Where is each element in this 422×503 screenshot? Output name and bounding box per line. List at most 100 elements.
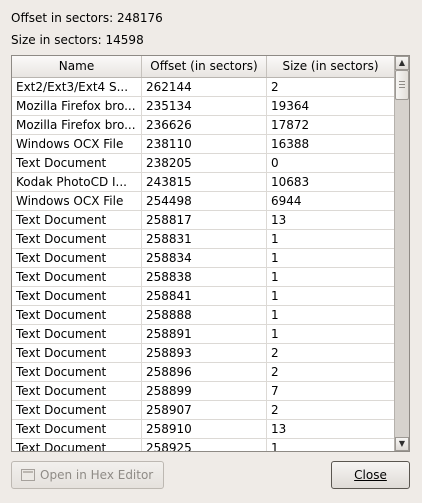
cell-size: 1 (271, 308, 279, 322)
grip-line (399, 84, 405, 85)
cell-name: Windows OCX File (12, 192, 142, 210)
cell-size: 2 (271, 365, 279, 379)
open-in-hex-editor-label: Open in Hex Editor (40, 468, 154, 482)
cell-name: Windows OCX File (12, 135, 142, 153)
cell-size: 2 (271, 403, 279, 417)
table-row[interactable]: Text Document 258838 1 (12, 268, 394, 287)
table-row[interactable]: Text Document 258888 1 (12, 306, 394, 325)
table-row[interactable]: Text Document 258899 7 (12, 382, 394, 401)
cell-offset: 235134 (142, 97, 267, 115)
cell-name: Text Document (12, 211, 142, 229)
cell-name: Text Document (12, 268, 142, 286)
cell-offset: 254498 (142, 192, 267, 210)
cell-name: Ext2/Ext3/Ext4 S... (12, 78, 142, 96)
cell-name: Text Document (12, 363, 142, 381)
cell-name: Text Document (12, 154, 142, 172)
cell-name: Text Document (12, 230, 142, 248)
cell-name: Text Document (12, 401, 142, 419)
cell-name: Text Document (12, 420, 142, 438)
table-row[interactable]: Text Document 258896 2 (12, 363, 394, 382)
grip-line (399, 81, 405, 82)
cell-offset: 238205 (142, 154, 267, 172)
cell-size: 10683 (271, 175, 310, 189)
vertical-scrollbar[interactable]: ▲ ▼ (394, 56, 409, 451)
cell-offset: 238110 (142, 135, 267, 153)
table-row[interactable]: Text Document 258893 2 (12, 344, 394, 363)
table-body: Ext2/Ext3/Ext4 S... 262144 2 Mozilla Firefo… (12, 78, 394, 451)
cell-size: 1 (271, 441, 279, 451)
close-button-label: Close (354, 468, 387, 482)
cell-offset: 258841 (142, 287, 267, 305)
cell-offset: 258893 (142, 344, 267, 362)
grip-line (399, 87, 405, 88)
cell-size: 7 (271, 384, 279, 398)
cell-offset: 258888 (142, 306, 267, 324)
table-row[interactable]: Text Document 258925 1 (12, 439, 394, 451)
cell-size: 1 (271, 270, 279, 284)
cell-offset: 258891 (142, 325, 267, 343)
cell-offset: 262144 (142, 78, 267, 96)
cell-name: Text Document (12, 382, 142, 400)
cell-offset: 258896 (142, 363, 267, 381)
cell-name: Text Document (12, 249, 142, 267)
hex-editor-icon (21, 469, 35, 481)
cell-size: 6944 (271, 194, 302, 208)
cell-name: Text Document (12, 287, 142, 305)
file-table: Name Offset (in sectors) Size (in sector… (11, 55, 410, 452)
offset-info: Offset in sectors: 248176 (11, 11, 163, 25)
cell-size: 2 (271, 346, 279, 360)
cell-offset: 243815 (142, 173, 267, 191)
table-row[interactable]: Kodak PhotoCD I... 243815 10683 (12, 173, 394, 192)
cell-name: Text Document (12, 306, 142, 324)
cell-size: 19364 (271, 99, 310, 113)
cell-size: 16388 (271, 137, 310, 151)
column-header-size[interactable]: Size (in sectors) (267, 56, 394, 77)
table-header: Name Offset (in sectors) Size (in sector… (12, 56, 394, 78)
arrow-down-icon[interactable]: ▼ (395, 437, 409, 451)
table-row[interactable]: Ext2/Ext3/Ext4 S... 262144 2 (12, 78, 394, 97)
cell-size: 0 (271, 156, 279, 170)
cell-name: Text Document (12, 344, 142, 362)
table-row[interactable]: Text Document 258841 1 (12, 287, 394, 306)
table-row[interactable]: Text Document 258817 13 (12, 211, 394, 230)
table-row[interactable]: Text Document 258891 1 (12, 325, 394, 344)
table-row[interactable]: Windows OCX File 238110 16388 (12, 135, 394, 154)
cell-name: Text Document (12, 325, 142, 343)
cell-offset: 236626 (142, 116, 267, 134)
cell-size: 17872 (271, 118, 310, 132)
cell-offset: 258910 (142, 420, 267, 438)
scrollbar-thumb[interactable] (395, 70, 409, 100)
table-viewport: Name Offset (in sectors) Size (in sector… (12, 56, 394, 451)
cell-size: 13 (271, 213, 287, 227)
column-header-offset[interactable]: Offset (in sectors) (142, 56, 267, 77)
table-row[interactable]: Text Document 258907 2 (12, 401, 394, 420)
close-button[interactable]: Close (331, 461, 410, 489)
cell-name: Text Document (12, 439, 142, 451)
table-row[interactable]: Text Document 258910 13 (12, 420, 394, 439)
cell-name: Mozilla Firefox bro... (12, 97, 142, 115)
cell-size: 1 (271, 232, 279, 246)
cell-offset: 258907 (142, 401, 267, 419)
table-row[interactable]: Text Document 258831 1 (12, 230, 394, 249)
table-row[interactable]: Mozilla Firefox bro... 236626 17872 (12, 116, 394, 135)
cell-name: Mozilla Firefox bro... (12, 116, 142, 134)
cell-offset: 258899 (142, 382, 267, 400)
cell-offset: 258925 (142, 439, 267, 451)
arrow-up-icon[interactable]: ▲ (395, 56, 409, 70)
size-info: Size in sectors: 14598 (11, 33, 144, 47)
cell-size: 1 (271, 327, 279, 341)
cell-size: 1 (271, 289, 279, 303)
cell-size: 1 (271, 251, 279, 265)
cell-offset: 258838 (142, 268, 267, 286)
table-row[interactable]: Mozilla Firefox bro... 235134 19364 (12, 97, 394, 116)
open-in-hex-editor-button[interactable]: Open in Hex Editor (11, 461, 164, 489)
table-row[interactable]: Text Document 238205 0 (12, 154, 394, 173)
cell-offset: 258817 (142, 211, 267, 229)
table-row[interactable]: Windows OCX File 254498 6944 (12, 192, 394, 211)
table-row[interactable]: Text Document 258834 1 (12, 249, 394, 268)
cell-name: Kodak PhotoCD I... (12, 173, 142, 191)
column-header-name[interactable]: Name (12, 56, 142, 77)
cell-offset: 258834 (142, 249, 267, 267)
cell-size: 2 (271, 80, 279, 94)
cell-size: 13 (271, 422, 287, 436)
